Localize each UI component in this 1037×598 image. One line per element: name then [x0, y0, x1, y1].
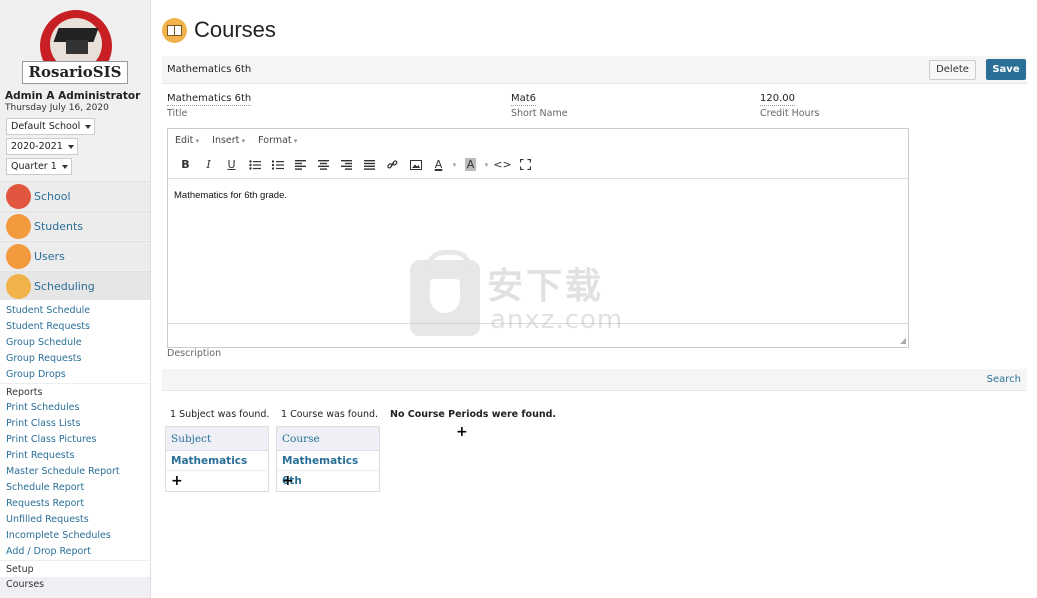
submenu-link[interactable]: Master Schedule Report	[0, 464, 150, 480]
align-right-icon[interactable]	[335, 155, 358, 175]
editor-toolbar: B I U A ▾ A ▾ <>	[168, 151, 908, 179]
course-row[interactable]: Mathematics 6th	[277, 451, 379, 487]
underline-icon[interactable]: U	[220, 155, 243, 175]
menu-item-label: School	[34, 189, 71, 203]
align-justify-icon[interactable]	[358, 155, 381, 175]
menu-item-school[interactable]: School	[0, 181, 150, 210]
current-date: Thursday July 16, 2020	[5, 103, 109, 113]
link-icon[interactable]	[381, 155, 404, 175]
submenu-link[interactable]: Schedule Report	[0, 480, 150, 496]
delete-button[interactable]: Delete	[929, 60, 976, 80]
graduation-cap-base	[66, 40, 88, 54]
editor-menu-format[interactable]: Format	[258, 135, 297, 146]
submenu-link[interactable]: Group Schedule	[0, 335, 150, 351]
credit-hours-field[interactable]: 120.00 Credit Hours	[760, 93, 819, 119]
submenu-link[interactable]: Group Drops	[0, 367, 150, 383]
submenu-link[interactable]: Requests Report	[0, 496, 150, 512]
subjects-found-text: 1 Subject was found.	[170, 409, 270, 420]
courses-table: Course Mathematics 6th +	[276, 426, 380, 492]
submenu-link[interactable]: Print Class Lists	[0, 416, 150, 432]
course-column-header: Course	[277, 427, 379, 451]
submenu-link[interactable]: Add / Drop Report	[0, 544, 150, 560]
bullet-list-icon[interactable]	[243, 155, 266, 175]
menu-item-scheduling[interactable]: Scheduling	[0, 271, 150, 300]
user-name: Admin A Administrator	[5, 90, 141, 102]
logo[interactable]: RosarioSIS	[0, 0, 150, 88]
submenu-link[interactable]: Print Requests	[0, 448, 150, 464]
main-content: Courses Mathematics 6th Delete Save Math…	[152, 0, 1037, 598]
save-button[interactable]: Save	[986, 59, 1026, 80]
menu-item-students[interactable]: Students	[0, 211, 150, 240]
menu-item-label: Users	[34, 249, 65, 263]
submenu-link[interactable]: Print Schedules	[0, 400, 150, 416]
periods-found-text: No Course Periods were found.	[390, 409, 557, 420]
watermark: 安下载 anxz.com	[410, 250, 625, 340]
background-color-icon[interactable]: A	[459, 155, 482, 175]
image-icon[interactable]	[404, 155, 427, 175]
subjects-table: Subject Mathematics +	[165, 426, 269, 492]
marking-period-select[interactable]: Quarter 1	[6, 158, 72, 175]
scheduling-icon	[6, 273, 31, 299]
users-icon	[6, 243, 31, 269]
short-name-value[interactable]: Mat6	[511, 93, 537, 106]
search-bar: Search	[162, 369, 1027, 391]
text-color-icon[interactable]: A	[427, 155, 450, 175]
subject-column-header: Subject	[166, 427, 268, 451]
school-select[interactable]: Default School	[6, 118, 96, 135]
logo-text: RosarioSIS	[22, 61, 128, 84]
credit-hours-label: Credit Hours	[760, 108, 820, 119]
background-color-dropdown-icon[interactable]: ▾	[482, 155, 491, 175]
description-label: Description	[167, 348, 222, 359]
submenu-link[interactable]: Print Class Pictures	[0, 432, 150, 448]
students-icon	[6, 213, 31, 239]
scheduling-submenu: Student Schedule Student Requests Group Sc…	[0, 300, 150, 593]
reports-heading: Reports	[0, 383, 150, 400]
book-icon	[162, 17, 187, 43]
sidebar: RosarioSIS Admin A Administrator Thursda…	[0, 0, 151, 598]
submenu-link[interactable]: Student Schedule	[0, 303, 150, 319]
courses-found-text: 1 Course was found.	[281, 409, 379, 420]
short-name-field[interactable]: Mat6 Short Name	[511, 93, 568, 119]
bold-icon[interactable]: B	[174, 155, 197, 175]
submenu-link[interactable]: Incomplete Schedules	[0, 528, 150, 544]
align-center-icon[interactable]	[312, 155, 335, 175]
text-color-dropdown-icon[interactable]: ▾	[450, 155, 459, 175]
submenu-link[interactable]: Unfilled Requests	[0, 512, 150, 528]
add-subject-icon[interactable]: +	[166, 471, 268, 491]
editor-menu-insert[interactable]: Insert	[212, 135, 245, 146]
title-label: Title	[167, 108, 188, 119]
editor-menubar: Edit Insert Format	[168, 129, 908, 151]
align-left-icon[interactable]	[289, 155, 312, 175]
page-title-text: Courses	[194, 17, 276, 42]
submenu-link[interactable]: Student Requests	[0, 319, 150, 335]
editor-menu-edit[interactable]: Edit	[175, 135, 199, 146]
resize-handle-icon[interactable]: ◢	[900, 336, 906, 345]
submenu-link[interactable]: Group Requests	[0, 351, 150, 367]
fullscreen-icon[interactable]	[514, 155, 537, 175]
numbered-list-icon[interactable]	[266, 155, 289, 175]
subject-row[interactable]: Mathematics	[166, 451, 268, 471]
school-icon	[6, 183, 31, 209]
watermark-en-text: anxz.com	[490, 305, 624, 335]
form-header: Mathematics 6th Delete Save	[162, 56, 1027, 84]
title-field[interactable]: Mathematics 6th Title	[167, 93, 252, 119]
add-course-period-icon[interactable]: +	[456, 424, 468, 440]
page-title: Courses	[162, 17, 276, 43]
watermark-shield-icon	[430, 279, 460, 313]
title-value[interactable]: Mathematics 6th	[167, 93, 252, 106]
search-link[interactable]: Search	[987, 374, 1021, 385]
setup-heading: Setup	[0, 560, 150, 577]
short-name-label: Short Name	[511, 108, 568, 119]
school-year-select[interactable]: 2020-2021	[6, 138, 78, 155]
form-header-title: Mathematics 6th	[167, 64, 252, 75]
source-code-icon[interactable]: <>	[491, 155, 514, 175]
submenu-link[interactable]: Courses	[0, 577, 150, 593]
italic-icon[interactable]: I	[197, 155, 220, 175]
menu-item-users[interactable]: Users	[0, 241, 150, 270]
menu-item-label: Students	[34, 219, 84, 233]
watermark-cn-text: 安下载	[487, 266, 605, 307]
add-course-icon[interactable]: +	[277, 471, 379, 491]
credit-hours-value[interactable]: 120.00	[760, 93, 795, 106]
menu-item-label: Scheduling	[34, 279, 95, 293]
